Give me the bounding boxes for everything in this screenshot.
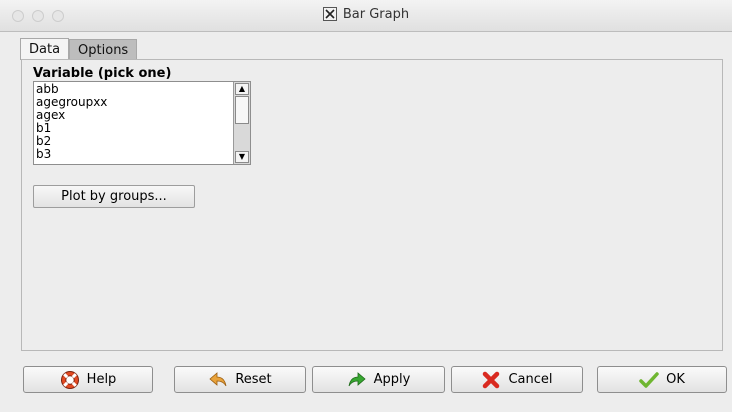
tab-bar: Data Options <box>20 38 138 60</box>
ok-label: OK <box>666 372 685 387</box>
variable-list: abb agegroupxx agex b1 b2 b3 <box>35 83 235 161</box>
listbox-scrollbar[interactable]: ▲ ▼ <box>233 82 250 164</box>
scroll-down-arrow-icon[interactable]: ▼ <box>235 151 249 163</box>
list-item[interactable]: agex <box>35 109 235 122</box>
cancel-button[interactable]: Cancel <box>451 366 583 393</box>
plot-by-groups-button[interactable]: Plot by groups... <box>33 185 195 208</box>
tab-options[interactable]: Options <box>69 39 138 60</box>
title-bar[interactable]: Bar Graph <box>0 0 732 32</box>
apply-label: Apply <box>373 372 411 387</box>
window-title: Bar Graph <box>342 7 410 22</box>
help-button[interactable]: Help <box>23 366 153 393</box>
reset-button[interactable]: Reset <box>174 366 306 393</box>
bar-graph-dialog: Bar Graph Data Options Variable (pick on… <box>0 0 732 412</box>
x11-icon <box>322 7 337 21</box>
variable-listbox[interactable]: abb agegroupxx agex b1 b2 b3 ▲ ▼ <box>33 81 251 165</box>
forward-arrow-icon <box>348 371 366 386</box>
list-item[interactable]: b2 <box>35 135 235 148</box>
red-x-icon <box>483 371 500 388</box>
help-label: Help <box>86 372 117 387</box>
cancel-label: Cancel <box>508 372 553 387</box>
reset-label: Reset <box>235 372 272 387</box>
tab-data[interactable]: Data <box>20 38 70 60</box>
list-item[interactable]: b3 <box>35 148 235 161</box>
back-arrow-icon <box>209 371 227 386</box>
lifebuoy-icon <box>60 370 79 389</box>
scroll-up-arrow-icon[interactable]: ▲ <box>235 83 249 95</box>
window-title-area: Bar Graph <box>0 7 732 22</box>
scrollbar-thumb[interactable] <box>235 96 249 124</box>
variable-label: Variable (pick one) <box>33 66 172 81</box>
list-item[interactable]: b1 <box>35 122 235 135</box>
ok-button[interactable]: OK <box>597 366 727 393</box>
apply-button[interactable]: Apply <box>312 366 445 393</box>
list-item[interactable]: agegroupxx <box>35 96 235 109</box>
checkmark-icon <box>639 371 659 388</box>
